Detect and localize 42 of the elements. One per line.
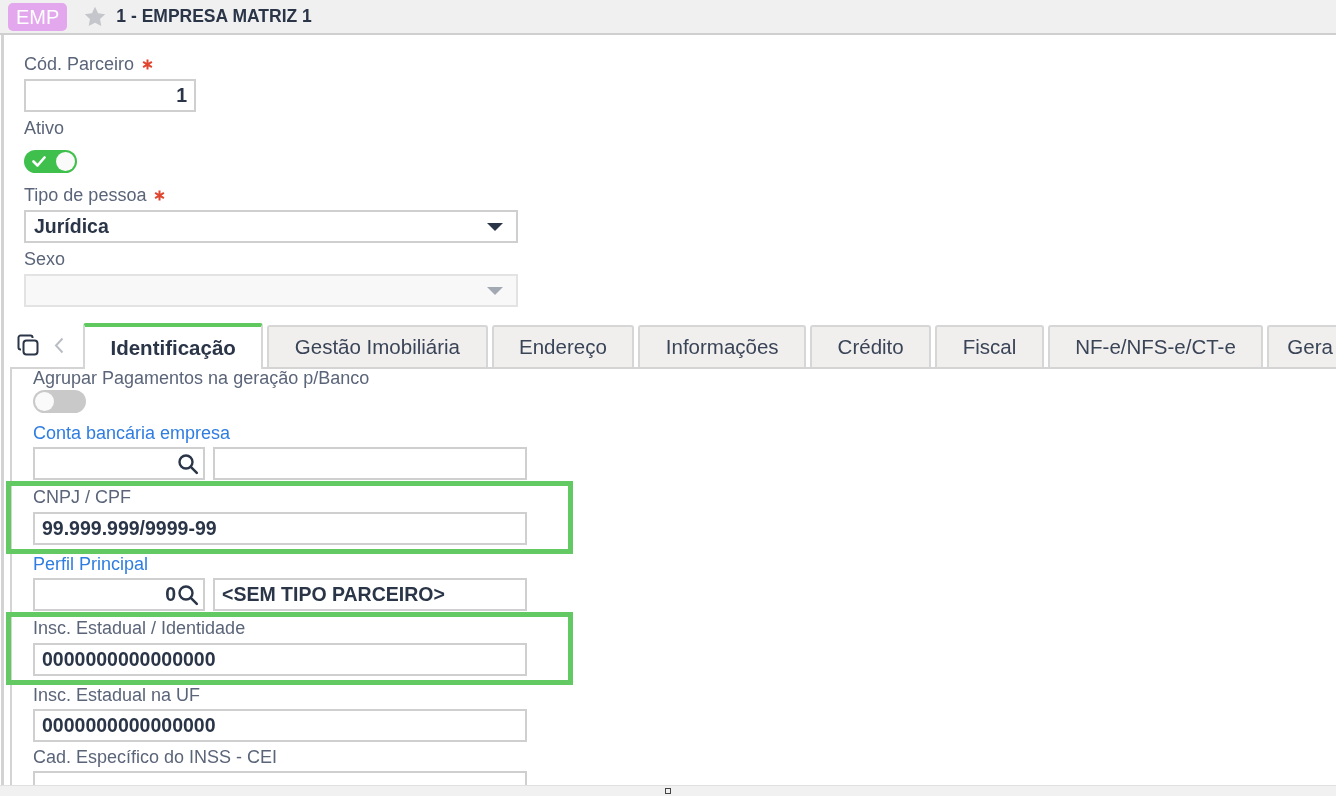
- input-field[interactable]: [33, 771, 527, 785]
- field-label: Ativo: [24, 118, 65, 138]
- description-field[interactable]: <SEM TIPO PARCEIRO>: [213, 578, 527, 611]
- caret-icon: [487, 286, 503, 295]
- field-link[interactable]: Perfil Principal: [33, 555, 149, 574]
- input-field[interactable]: 0000000000000000: [33, 709, 527, 742]
- toggle-switch[interactable]: [24, 150, 77, 173]
- field-label: CNPJ / CPF: [33, 488, 131, 507]
- tab[interactable]: NF-e/NFS-e/CT-e: [1047, 325, 1264, 367]
- field-label: Agrupar Pagamentos na geração p/Banco: [33, 369, 370, 388]
- check-icon: [32, 156, 46, 167]
- tab[interactable]: Endereço: [491, 325, 635, 367]
- toggle-switch[interactable]: [33, 390, 86, 413]
- code-field[interactable]: [33, 447, 205, 480]
- code-field[interactable]: 0: [33, 578, 205, 611]
- field-label: Cód. Parceiro: [24, 54, 135, 74]
- record-title: 1 - EMPRESA MATRIZ 1: [116, 6, 312, 27]
- description-field[interactable]: [213, 447, 527, 480]
- field-label: Insc. Estadual / Identidade: [33, 619, 246, 638]
- handle-icon[interactable]: [665, 788, 671, 794]
- tab[interactable]: Identificação: [83, 323, 264, 369]
- search-icon[interactable]: [177, 583, 199, 606]
- input-field[interactable]: 99.999.999/9999-99: [33, 512, 527, 545]
- dropdown[interactable]: Jurídica: [24, 210, 518, 243]
- tab[interactable]: Crédito: [810, 325, 932, 367]
- field-label: Sexo: [24, 249, 66, 269]
- tab[interactable]: Fiscal: [935, 325, 1044, 367]
- chevron-left-icon[interactable]: [54, 336, 64, 354]
- field-link[interactable]: Conta bancária empresa: [33, 424, 231, 443]
- tab[interactable]: Gera: [1267, 325, 1336, 367]
- field-label: Cad. Específico do INSS - CEI: [33, 748, 278, 767]
- search-icon[interactable]: [177, 452, 199, 475]
- field-label: Insc. Estadual na UF: [33, 686, 201, 705]
- input-field[interactable]: 1: [24, 79, 196, 112]
- copy-icon[interactable]: [17, 334, 39, 356]
- module-badge: EMP: [8, 2, 68, 31]
- input-field[interactable]: 0000000000000000: [33, 643, 527, 676]
- tab[interactable]: Gestão Imobiliária: [267, 325, 488, 367]
- tab[interactable]: Informações: [638, 325, 807, 367]
- field-label: Tipo de pessoa: [24, 185, 147, 205]
- caret-icon: [487, 222, 503, 231]
- star-icon[interactable]: [84, 6, 107, 27]
